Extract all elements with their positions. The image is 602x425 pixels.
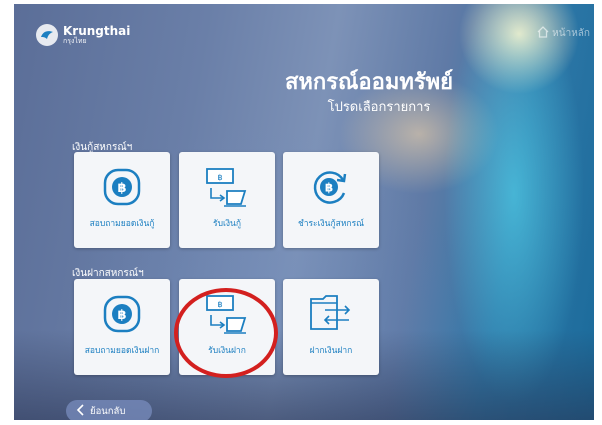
page-title: สหกรณ์ออมทรัพย์: [284, 70, 454, 95]
tile-deposit-balance[interactable]: ฿ สอบถามยอดเงินฝาก: [74, 279, 170, 375]
home-label: หน้าหลัก: [552, 28, 590, 39]
chevron-left-icon: [76, 403, 84, 419]
svg-text:฿: ฿: [117, 308, 126, 323]
brand-subname: กรุงไทย: [63, 37, 87, 45]
tile-label: ฝากเงินฝาก: [309, 346, 353, 356]
page-subtitle: โปรดเลือกรายการ: [327, 100, 431, 115]
tile-label: สอบถามยอดเงินฝาก: [84, 346, 160, 356]
baht-coin-icon: ฿: [74, 293, 170, 335]
baht-coin-icon: ฿: [74, 166, 170, 208]
transfer-document-icon: [283, 293, 379, 335]
tile-loan-balance[interactable]: ฿ สอบถามยอดเงินกู้: [74, 152, 170, 248]
tile-label: รับเงินกู้: [213, 219, 241, 229]
baht-refresh-icon: ฿: [283, 166, 379, 208]
back-button[interactable]: ย้อนกลับ: [66, 400, 152, 420]
home-button[interactable]: หน้าหลัก: [537, 26, 590, 41]
photo-frame: Krungthai กรุงไทย หน้าหลัก สหกรณ์ออมทรัพ…: [0, 0, 602, 425]
bird-logo-icon: [36, 24, 58, 46]
svg-text:฿: ฿: [325, 181, 333, 195]
tile-label: ชำระเงินกู้สหกรณ์: [297, 219, 365, 229]
tile-label: สอบถามยอดเงินกู้: [89, 219, 155, 229]
brand-logo: Krungthai กรุงไทย: [36, 24, 130, 46]
receive-cash-icon: ฿: [179, 166, 275, 210]
tile-pay-loan[interactable]: ฿ ชำระเงินกู้สหกรณ์: [283, 152, 379, 248]
highlight-circle: [174, 288, 278, 378]
atm-screen: Krungthai กรุงไทย หน้าหลัก สหกรณ์ออมทรัพ…: [14, 4, 594, 420]
tile-receive-loan[interactable]: ฿ รับเงินกู้: [179, 152, 275, 248]
svg-text:฿: ฿: [217, 173, 222, 182]
brand-name: Krungthai: [63, 24, 131, 38]
svg-text:฿: ฿: [117, 181, 126, 196]
tile-make-deposit[interactable]: ฝากเงินฝาก: [283, 279, 379, 375]
back-label: ย้อนกลับ: [90, 405, 126, 417]
home-icon: [537, 26, 549, 41]
